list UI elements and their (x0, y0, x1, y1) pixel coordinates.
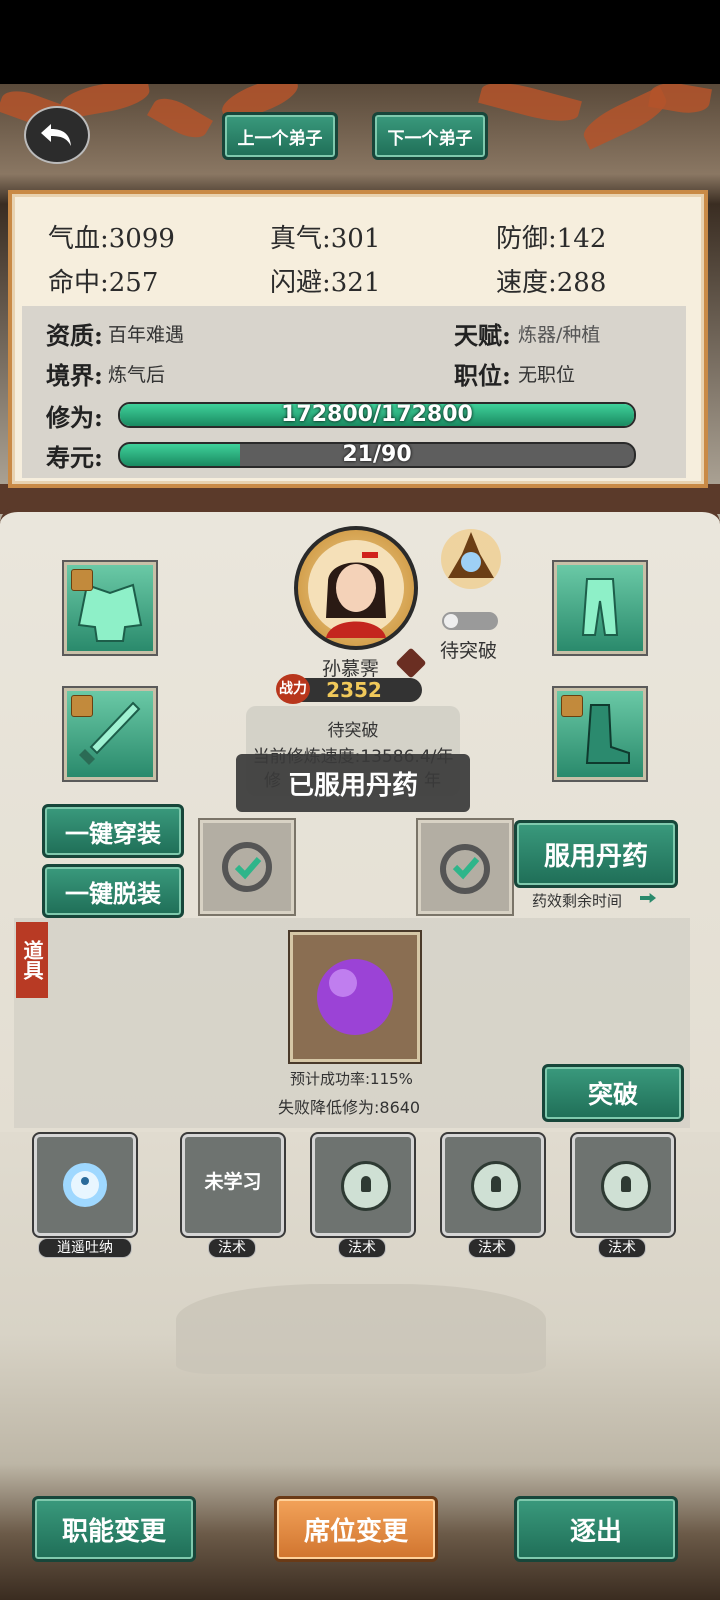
meditation-icon (63, 1163, 107, 1207)
check-icon (440, 844, 490, 894)
zizhi-label: 资质: (46, 321, 103, 350)
items-tab[interactable]: 道具 (16, 922, 48, 998)
xiuwei-bar: 172800/172800 (118, 402, 636, 428)
cultivation-status: 待突破 (327, 721, 379, 741)
tianfu-value: 炼器/种植 (518, 324, 601, 346)
unequip-all-button[interactable]: 一键脱装 (42, 864, 184, 918)
stone-platform (176, 1284, 546, 1374)
seat-change-button[interactable]: 席位变更 (274, 1496, 438, 1562)
zhiwei-value: 无职位 (518, 364, 576, 386)
skill-label-1: 逍遥吐纳 (38, 1238, 132, 1258)
stat-fangyu: 防御:142 (496, 224, 607, 254)
xiuwei-label: 修为: (46, 403, 103, 432)
shouyuan-bar: 21/90 (118, 442, 636, 468)
skill-slot-3[interactable] (312, 1134, 414, 1236)
check-icon (222, 842, 272, 892)
breakthrough-button[interactable]: 突破 (542, 1064, 684, 1122)
pill-slot-2[interactable] (418, 820, 512, 914)
shouyuan-text: 21/90 (342, 442, 412, 467)
realm-ornament-icon (436, 524, 506, 594)
realm-toggle[interactable] (442, 612, 498, 630)
back-button[interactable] (24, 106, 90, 164)
item-slot[interactable] (290, 932, 420, 1062)
lock-badge-icon (71, 695, 93, 717)
job-change-button[interactable]: 职能变更 (32, 1496, 196, 1562)
toast-message: 已服用丹药 (236, 754, 470, 812)
skill-slot-5[interactable] (572, 1134, 674, 1236)
success-rate: 预计成功率:115% (290, 1070, 413, 1088)
lock-icon (471, 1161, 521, 1211)
jingjie-label: 境界: (46, 361, 103, 390)
pill-remaining-label: 药效剩余时间 (532, 892, 623, 910)
equip-slot-pants[interactable] (554, 562, 646, 654)
disciple-portrait-icon (308, 540, 404, 638)
shouyuan-label: 寿元: (46, 443, 103, 472)
zizhi-value: 百年难遇 (108, 324, 185, 346)
stat-shanbi: 闪避:321 (270, 268, 381, 298)
skill-slot-1[interactable] (34, 1134, 136, 1236)
equip-slot-boots[interactable] (554, 688, 646, 780)
next-disciple-button[interactable]: 下一个弟子 (372, 112, 488, 160)
disciple-name: 孙慕霁 (322, 658, 380, 680)
lock-icon (601, 1161, 651, 1211)
leaf-decoration (478, 84, 582, 129)
leaf-decoration (147, 90, 213, 146)
tianfu-label: 天赋: (454, 321, 511, 350)
pill-slot-1[interactable] (200, 820, 294, 914)
pants-icon (581, 578, 619, 636)
jingjie-value: 炼气后 (108, 364, 166, 386)
skill-slot-2[interactable]: 未学习 (182, 1134, 284, 1236)
lock-badge-icon (71, 569, 93, 591)
stat-zhenqi: 真气:301 (270, 224, 381, 254)
back-arrow-icon (41, 124, 71, 146)
xiuwei-text: 172800/172800 (281, 402, 473, 427)
skill-slot-4[interactable] (442, 1134, 544, 1236)
skill-unlearned-text: 未学习 (204, 1171, 262, 1193)
skill-label-5: 法术 (598, 1238, 646, 1258)
purple-orb-icon (317, 959, 393, 1035)
equip-slot-armor[interactable] (64, 562, 156, 654)
expel-button[interactable]: 逐出 (514, 1496, 678, 1562)
zhiwei-label: 职位: (454, 361, 511, 390)
lock-icon (341, 1161, 391, 1211)
fail-penalty: 失败降低修为:8640 (278, 1098, 421, 1117)
equip-slot-weapon[interactable] (64, 688, 156, 780)
avatar[interactable] (294, 526, 418, 650)
stat-qixue: 气血:3099 (48, 224, 175, 254)
skill-label-2: 法术 (208, 1238, 256, 1258)
lock-badge-icon (561, 695, 583, 717)
realm-status-label: 待突破 (440, 640, 498, 662)
equip-all-button[interactable]: 一键穿装 (42, 804, 184, 858)
skill-label-3: 法术 (338, 1238, 386, 1258)
stat-sudu: 速度:288 (496, 268, 607, 298)
skill-label-4: 法术 (468, 1238, 516, 1258)
stat-mingzhong: 命中:257 (48, 268, 159, 298)
power-value: 2352 (326, 678, 382, 702)
prev-disciple-button[interactable]: 上一个弟子 (222, 112, 338, 160)
power-bar: 战力 2352 (276, 674, 422, 704)
take-pill-button[interactable]: 服用丹药 (514, 820, 678, 888)
